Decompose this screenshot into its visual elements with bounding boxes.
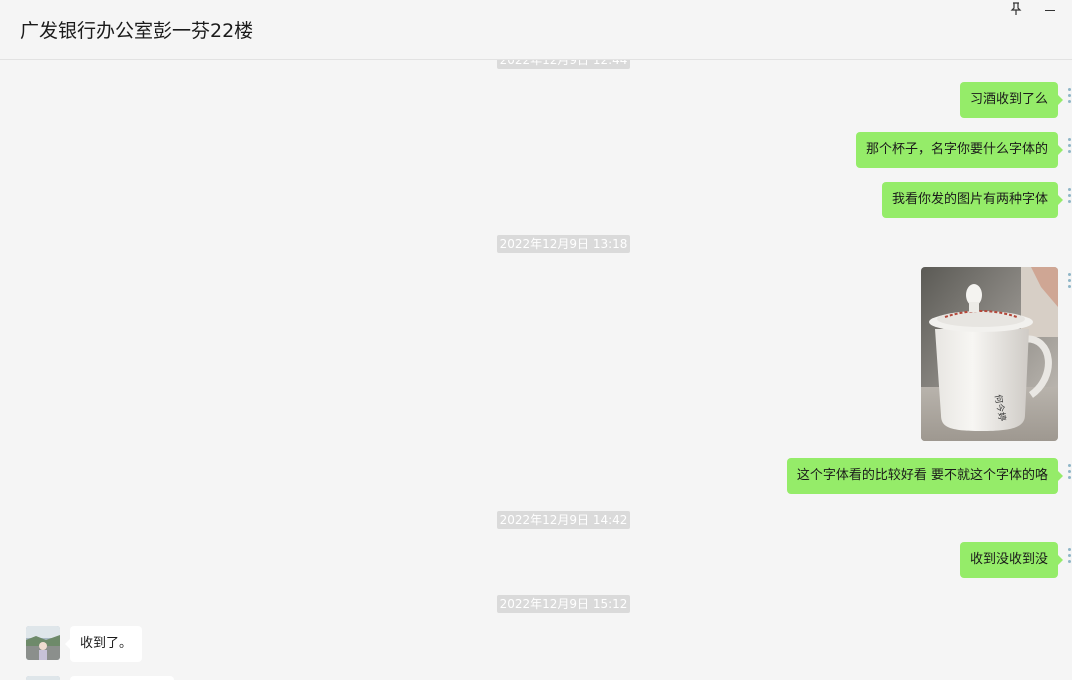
message-list[interactable]: 2022年12月9日 12:44 习酒收到了么 那个杯子，名字你要什么字体的 我… — [0, 0, 1072, 680]
message-bubble-received[interactable] — [70, 676, 174, 680]
read-indicator-icon — [1066, 185, 1072, 211]
minimize-icon[interactable] — [1040, 2, 1060, 20]
message-bubble-sent[interactable]: 习酒收到了么 — [959, 82, 1064, 118]
timestamp: 2022年12月9日 15:12 — [497, 595, 630, 613]
read-indicator-icon — [1066, 135, 1072, 161]
avatar-photo — [26, 676, 60, 680]
message-bubble-sent[interactable]: 我看你发的图片有两种字体 — [881, 182, 1064, 218]
message-bubble-sent[interactable]: 那个杯子，名字你要什么字体的 — [855, 132, 1064, 168]
message-bubble-sent[interactable]: 这个字体看的比较好看 要不就这个字体的咯 — [786, 458, 1064, 494]
pin-icon[interactable] — [1006, 2, 1026, 20]
message-bubble-received[interactable]: 收到了。 — [64, 626, 143, 662]
avatar-photo — [26, 626, 60, 660]
read-indicator-icon — [1066, 545, 1072, 571]
read-indicator-icon — [1066, 461, 1072, 487]
contact-avatar[interactable] — [26, 626, 60, 660]
tea-cup-photo: 何今婷 — [921, 267, 1058, 441]
chat-window: 2022年12月9日 12:44 习酒收到了么 那个杯子，名字你要什么字体的 我… — [0, 0, 1072, 680]
tea-cup-image-message[interactable]: 何今婷 — [921, 267, 1058, 441]
chat-title: 广发银行办公室彭一芬22楼 — [20, 20, 254, 42]
timestamp: 2022年12月9日 14:42 — [497, 511, 630, 529]
message-bubble-sent[interactable]: 收到没收到没 — [959, 542, 1064, 578]
timestamp: 2022年12月9日 13:18 — [497, 235, 630, 253]
title-bar: 广发银行办公室彭一芬22楼 — [0, 0, 1072, 60]
read-indicator-icon — [1066, 85, 1072, 111]
contact-avatar[interactable] — [26, 676, 60, 680]
read-indicator-icon — [1066, 270, 1072, 296]
